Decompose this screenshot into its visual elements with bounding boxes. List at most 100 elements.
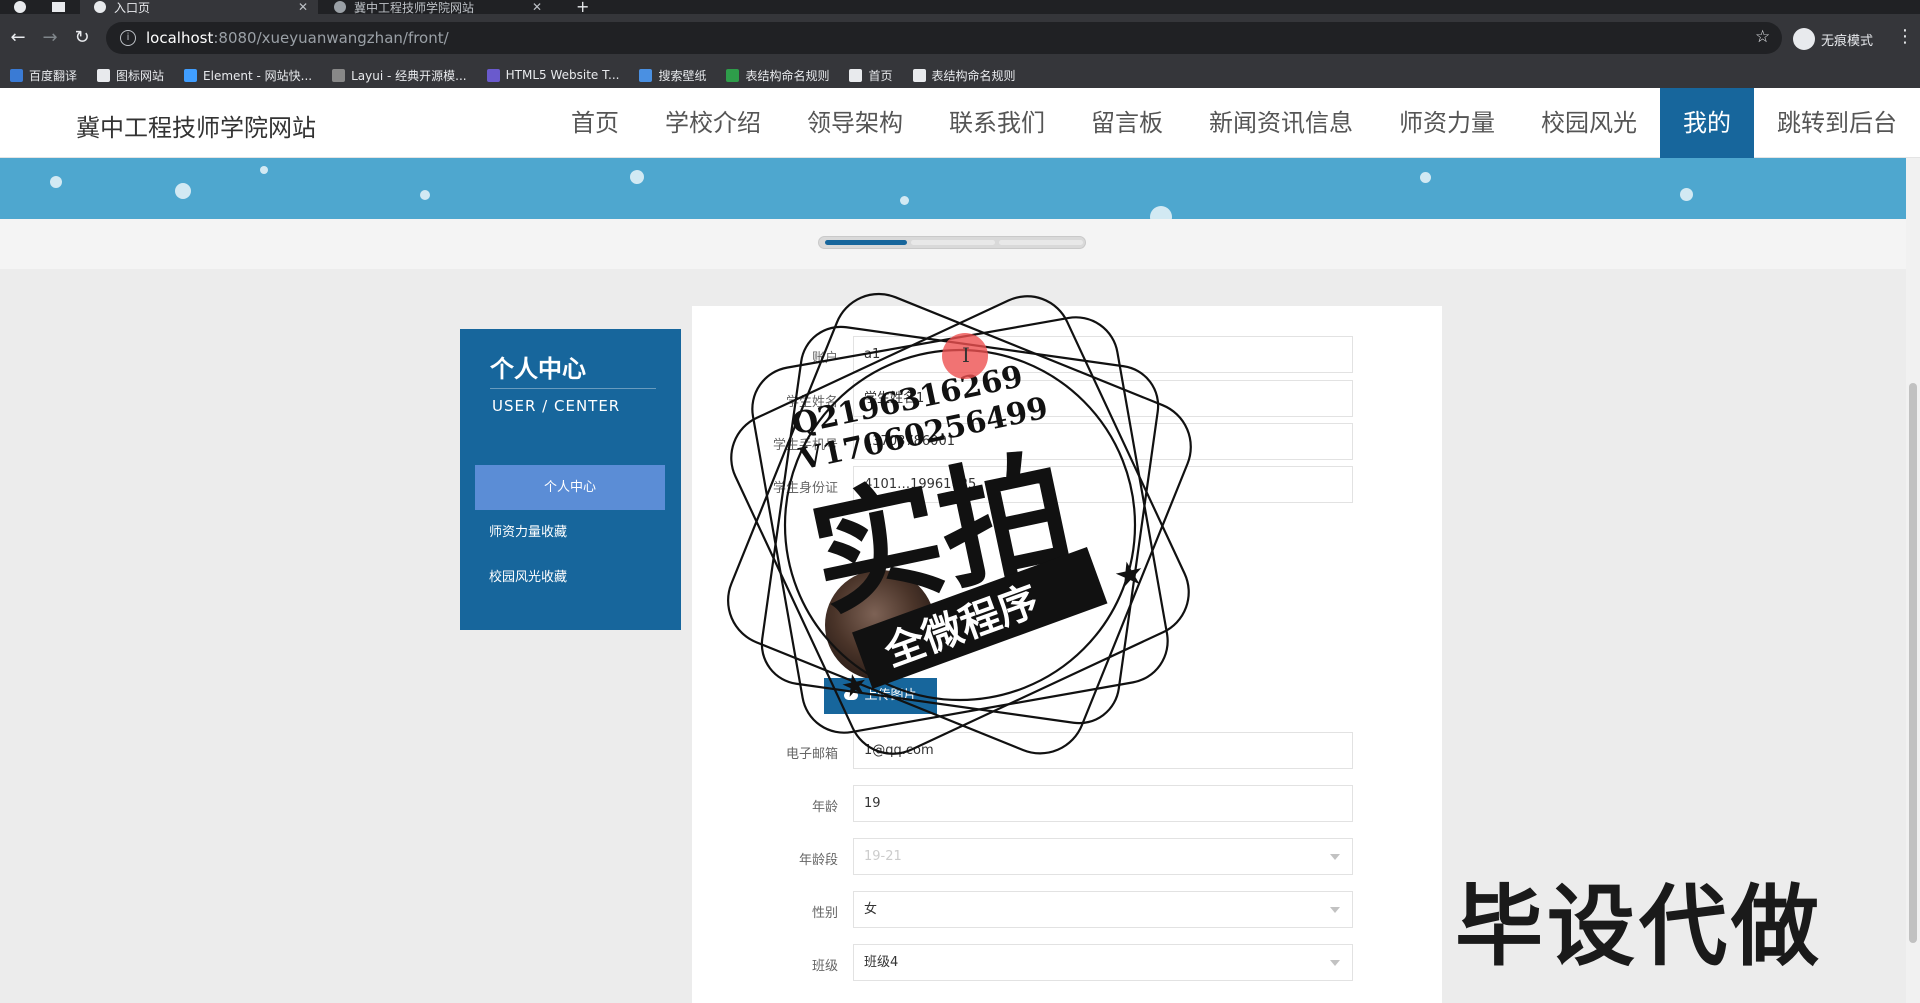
menu-kebab-icon[interactable]: ⋮ bbox=[1896, 26, 1914, 47]
field-value: 班级4 bbox=[864, 955, 899, 970]
cloud-upload-icon bbox=[844, 691, 859, 700]
nav-item[interactable]: 我的 bbox=[1660, 88, 1754, 158]
bookmark-item[interactable]: 搜索壁纸 bbox=[639, 67, 706, 84]
nav-item[interactable]: 学校介绍 bbox=[642, 88, 784, 158]
field-input[interactable]: a1 bbox=[853, 336, 1353, 373]
carousel-dot[interactable] bbox=[999, 240, 1083, 245]
field-select[interactable]: 班级4 bbox=[853, 944, 1353, 981]
avatar-image bbox=[825, 570, 935, 680]
banner-image bbox=[0, 158, 1906, 219]
form-row: 学生姓名 学生姓名1 bbox=[692, 380, 1442, 420]
field-input[interactable]: 1@qq.com bbox=[853, 732, 1353, 769]
field-value: 13703786001 bbox=[864, 434, 955, 449]
nav-item[interactable]: 留言板 bbox=[1068, 88, 1186, 158]
bookmark-favicon-icon bbox=[10, 68, 23, 82]
bookmark-item[interactable]: Element - 网站快... bbox=[184, 67, 312, 84]
field-input[interactable]: 13703786001 bbox=[853, 423, 1353, 460]
field-label: 性别 bbox=[811, 906, 838, 921]
bookmark-item[interactable]: 百度翻译 bbox=[10, 67, 77, 84]
reload-icon[interactable]: ↻ bbox=[70, 26, 94, 50]
nav-item[interactable]: 首页 bbox=[548, 88, 642, 158]
form-row: 账户 a1 bbox=[692, 336, 1442, 376]
close-tab-icon[interactable]: ✕ bbox=[298, 0, 308, 14]
field-input[interactable]: 学生姓名1 bbox=[853, 380, 1353, 417]
field-label: 学生身份证 bbox=[772, 481, 838, 496]
tab-favicon bbox=[334, 1, 346, 13]
field-label: 电子邮箱 bbox=[785, 747, 838, 762]
nav-item[interactable]: 领导架构 bbox=[784, 88, 926, 158]
bookmark-label: Layui - 经典开源模... bbox=[351, 68, 467, 83]
bookmark-item[interactable]: 表结构命名规则 bbox=[726, 67, 829, 84]
snowflake bbox=[1150, 206, 1172, 219]
bookmark-label: 表结构命名规则 bbox=[745, 68, 830, 83]
bookmark-label: Element - 网站快... bbox=[203, 68, 313, 83]
incognito-label: 无痕模式 bbox=[1821, 33, 1874, 49]
field-value: a1 bbox=[864, 347, 881, 362]
bookmark-star-icon[interactable]: ☆ bbox=[1755, 27, 1770, 47]
field-label: 年龄段 bbox=[798, 853, 838, 868]
field-input[interactable]: 19 bbox=[853, 785, 1353, 822]
carousel-dot[interactable] bbox=[911, 240, 995, 245]
field-label: 账户 bbox=[811, 351, 838, 366]
back-icon[interactable]: ← bbox=[6, 26, 30, 50]
site-header: 冀中工程技师学院网站 首页 学校介绍 领导架构 联系我们 留言板 新闻资讯信息 师资力量 校园… bbox=[0, 88, 1920, 158]
field-label: 班级 bbox=[811, 959, 838, 974]
bookmark-item[interactable]: 表结构命名规则 bbox=[912, 67, 1016, 84]
bookmark-item[interactable]: 图标网站 bbox=[97, 67, 164, 84]
bookmark-favicon-icon bbox=[912, 68, 926, 82]
bookmark-item[interactable]: HTML5 Website T... bbox=[486, 68, 620, 82]
form-row: 学生身份证 4101…19961025 bbox=[692, 466, 1442, 506]
carousel-dot-active[interactable] bbox=[825, 240, 907, 245]
user-center-sidebar: 个人中心 USER / CENTER 个人中心 师资力量收藏 校园风光收藏 bbox=[460, 329, 681, 630]
sidebar-subtitle: USER / CENTER bbox=[492, 397, 621, 415]
tab-entry[interactable]: 入口页 ✕ bbox=[80, 0, 318, 15]
tab-site[interactable]: 冀中工程技师学院网站 ✕ bbox=[320, 0, 552, 15]
close-tab-icon[interactable]: ✕ bbox=[532, 0, 542, 14]
field-value: 女 bbox=[864, 902, 878, 917]
form-row: 年龄 19 bbox=[692, 785, 1442, 825]
nav-item[interactable]: 跳转到后台 bbox=[1754, 88, 1920, 158]
sidebar-item-teacher-favorites[interactable]: 师资力量收藏 bbox=[475, 510, 665, 555]
upload-image-button[interactable]: 上传图片 bbox=[824, 678, 937, 714]
field-value: 1@qq.com bbox=[864, 743, 934, 758]
form-row: 学生手机号 13703786001 bbox=[692, 423, 1442, 463]
form-row: 年龄段 19-21 bbox=[692, 838, 1442, 878]
snowflake bbox=[1420, 172, 1431, 183]
sidebar-item-campus-favorites[interactable]: 校园风光收藏 bbox=[475, 555, 665, 600]
incognito-indicator[interactable]: 无痕模式 bbox=[1793, 28, 1873, 50]
field-select[interactable]: 19-21 bbox=[853, 838, 1353, 875]
nav-item[interactable]: 新闻资讯信息 bbox=[1186, 88, 1376, 158]
upload-label: 上传图片 bbox=[864, 688, 917, 703]
nav-item[interactable]: 师资力量 bbox=[1376, 88, 1518, 158]
snowflake bbox=[260, 166, 268, 174]
info-icon[interactable]: i bbox=[120, 30, 136, 46]
url-input[interactable]: i localhost :8080/xueyuanwangzhan/front/ bbox=[106, 22, 1782, 54]
chevron-down-icon bbox=[1330, 960, 1340, 966]
carousel-indicator-area bbox=[0, 219, 1906, 269]
nav-item[interactable]: 校园风光 bbox=[1518, 88, 1660, 158]
field-label: 年龄 bbox=[811, 800, 838, 815]
sidebar-item-profile[interactable]: 个人中心 bbox=[475, 465, 665, 510]
bookmark-item[interactable]: 首页 bbox=[849, 67, 893, 84]
watermark-bottom-text: 毕设代做 bbox=[1455, 875, 1824, 978]
bookmarks-bar: 百度翻译 图标网站 Element - 网站快... Layui - 经典开源模...… bbox=[0, 62, 1920, 88]
bookmark-label: HTML5 Website T... bbox=[505, 68, 620, 82]
form-row: 性别 女 bbox=[692, 891, 1442, 931]
bookmark-item[interactable]: Layui - 经典开源模... bbox=[332, 67, 467, 84]
carousel-indicator[interactable] bbox=[818, 236, 1086, 249]
scroll-thumb[interactable] bbox=[1909, 383, 1917, 943]
chevron-down-icon bbox=[1330, 907, 1340, 913]
window-icon[interactable] bbox=[52, 2, 65, 12]
field-select[interactable]: 女 bbox=[853, 891, 1353, 928]
forward-icon[interactable]: → bbox=[38, 26, 62, 50]
field-input[interactable]: 4101…19961025 bbox=[853, 466, 1353, 503]
sidebar-divider bbox=[490, 388, 656, 389]
snowflake bbox=[1680, 188, 1693, 201]
snowflake bbox=[630, 170, 644, 184]
address-bar: ← → ↻ i localhost :8080/xueyuanwangzhan/… bbox=[0, 14, 1920, 62]
url-host: localhost bbox=[146, 29, 214, 47]
bookmark-favicon-icon bbox=[97, 68, 111, 82]
snowflake bbox=[420, 190, 430, 200]
nav-item[interactable]: 联系我们 bbox=[926, 88, 1068, 158]
page-scrollbar[interactable] bbox=[1906, 158, 1920, 1003]
